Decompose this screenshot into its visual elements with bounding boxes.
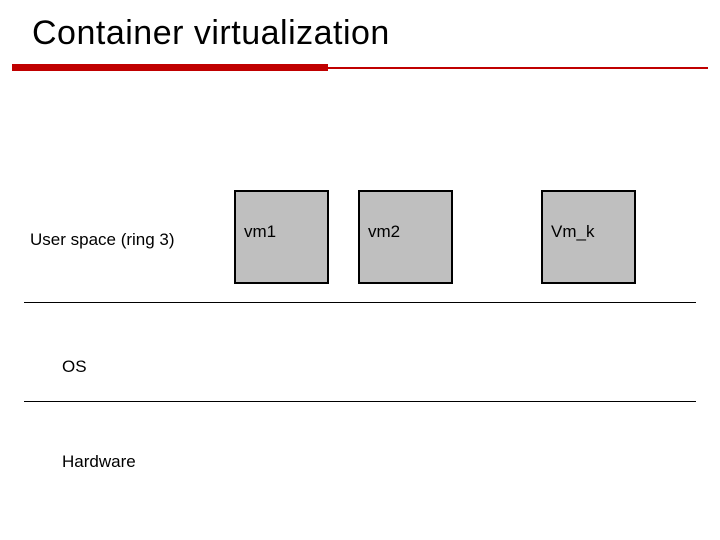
layer-label-hardware: Hardware [62,452,136,472]
vm-box-1: vm1 [234,190,329,284]
divider-user-os [24,302,696,303]
title-underline-thick [12,64,328,71]
layer-label-os: OS [62,357,87,377]
vm-box-k: Vm_k [541,190,636,284]
title-underline-thin [328,67,708,69]
slide-title: Container virtualization [32,14,390,53]
vm-box-2-label: vm2 [368,222,400,242]
vm-box-2: vm2 [358,190,453,284]
layer-label-user-space: User space (ring 3) [30,230,175,250]
vm-box-k-label: Vm_k [551,222,594,242]
vm-box-1-label: vm1 [244,222,276,242]
divider-os-hardware [24,401,696,402]
slide: Container virtualization User space (rin… [0,0,720,540]
